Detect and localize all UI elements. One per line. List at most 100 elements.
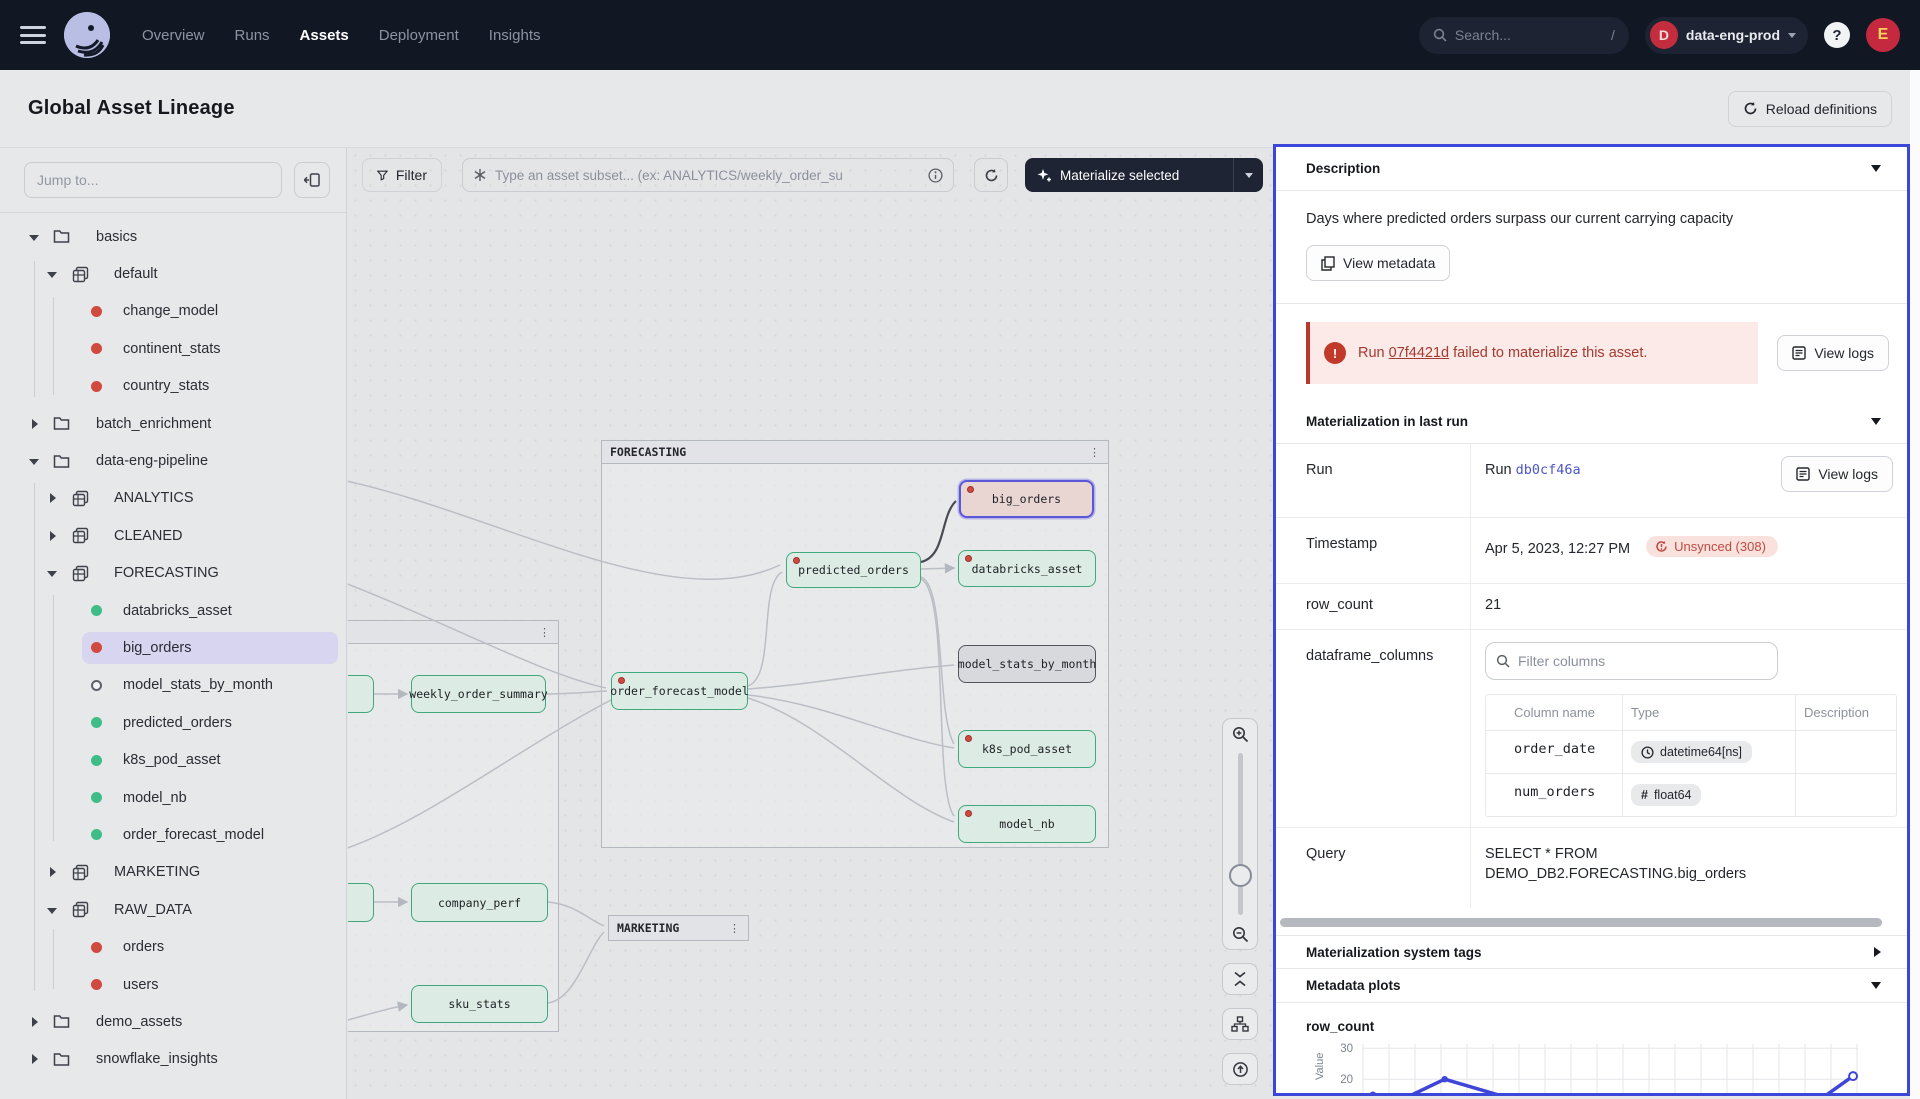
asset-group-header[interactable]: MARKETING ⋮: [609, 916, 748, 940]
expand-section-icon[interactable]: [1874, 947, 1881, 957]
zoom-slider[interactable]: [1238, 753, 1243, 915]
graph-node-stub[interactable]: [348, 883, 374, 922]
sidebar-item-predicted-orders[interactable]: predicted_orders: [0, 704, 346, 741]
graph-node-sku-stats[interactable]: sku_stats: [411, 985, 548, 1023]
changed-status-dot: [793, 557, 800, 564]
jump-to-input[interactable]: [24, 162, 282, 198]
sidebar-item-default[interactable]: default: [0, 255, 346, 292]
graph-node-order-forecast-model[interactable]: order_forecast_model: [611, 672, 748, 710]
sidebar-item-k8s-pod-asset[interactable]: k8s_pod_asset: [0, 741, 346, 778]
graph-node-predicted-orders[interactable]: predicted_orders: [786, 552, 921, 588]
graph-node-company-perf[interactable]: company_perf: [411, 883, 548, 922]
graph-node-big-orders[interactable]: big_orders: [959, 480, 1094, 518]
dagster-logo[interactable]: [64, 12, 110, 58]
sidebar-item-demo-assets[interactable]: demo_assets: [0, 1003, 346, 1040]
section-metadata-plots[interactable]: Metadata plots: [1276, 969, 1907, 1003]
caret-down-icon[interactable]: [47, 905, 57, 915]
caret-right-icon[interactable]: [47, 493, 57, 503]
caret-down-icon[interactable]: [29, 232, 39, 242]
graph-node-k8s-pod-asset[interactable]: k8s_pod_asset: [958, 730, 1096, 768]
sidebar-item-forecasting[interactable]: FORECASTING: [0, 555, 346, 592]
lineage-canvas[interactable]: Filter: [348, 148, 1273, 1099]
caret-right-icon[interactable]: [47, 531, 57, 541]
user-avatar[interactable]: E: [1866, 18, 1900, 52]
view-logs-button[interactable]: View logs: [1777, 335, 1889, 371]
recenter-view-button[interactable]: [1222, 1053, 1258, 1085]
group-expand-icon[interactable]: ⋮: [729, 922, 740, 935]
sidebar-item-model-stats-by-month[interactable]: model_stats_by_month: [0, 667, 346, 704]
caret-down-icon[interactable]: [47, 568, 57, 578]
view-metadata-button[interactable]: View metadata: [1306, 245, 1450, 281]
filter-button[interactable]: Filter: [362, 158, 442, 192]
sidebar-item-users[interactable]: users: [0, 966, 346, 1003]
zoom-slider-handle[interactable]: [1229, 864, 1252, 887]
view-logs-button[interactable]: View logs: [1781, 456, 1893, 492]
refresh-graph-button[interactable]: [974, 158, 1008, 192]
group-menu-icon[interactable]: ⋮: [539, 626, 550, 639]
sidebar-item-databricks-asset[interactable]: databricks_asset: [0, 592, 346, 629]
sidebar-item-change-model[interactable]: change_model: [0, 293, 346, 330]
sidebar-item-model-nb[interactable]: model_nb: [0, 779, 346, 816]
sidebar-item-snowflake-insights[interactable]: snowflake_insights: [0, 1041, 346, 1078]
sidebar-item-country-stats[interactable]: country_stats: [0, 368, 346, 405]
nav-insights[interactable]: Insights: [489, 27, 541, 44]
zoom-out-button[interactable]: [1222, 919, 1258, 949]
sidebar-item-batch-enrichment[interactable]: batch_enrichment: [0, 405, 346, 442]
collapse-groups-button[interactable]: [1222, 963, 1258, 995]
failed-run-link[interactable]: 07f4421d: [1389, 345, 1449, 361]
caret-right-icon[interactable]: [29, 1054, 39, 1064]
sidebar-item-analytics[interactable]: ANALYTICS: [0, 480, 346, 517]
run-id-link[interactable]: db0cf46a: [1516, 462, 1581, 478]
caret-down-icon[interactable]: [29, 456, 39, 466]
section-system-tags[interactable]: Materialization system tags: [1276, 935, 1907, 969]
asset-subset-input[interactable]: [495, 168, 920, 183]
sidebar-item-cleaned[interactable]: CLEANED: [0, 517, 346, 554]
sidebar-item-order-forecast-model[interactable]: order_forecast_model: [0, 816, 346, 853]
filter-columns-input[interactable]: [1518, 653, 1767, 669]
asset-group-header[interactable]: ⋮: [348, 621, 558, 644]
zoom-in-button[interactable]: [1222, 719, 1258, 749]
sidebar-item-continent-stats[interactable]: continent_stats: [0, 330, 346, 367]
nav-deployment[interactable]: Deployment: [379, 27, 459, 44]
horizontal-scrollbar[interactable]: [1280, 918, 1882, 927]
sidebar-item-data-eng-pipeline[interactable]: data-eng-pipeline: [0, 442, 346, 479]
type-badge: # float64: [1631, 784, 1701, 806]
nav-overview[interactable]: Overview: [142, 27, 205, 44]
timestamp-value: Apr 5, 2023, 12:27 PM: [1485, 541, 1630, 557]
sidebar-item-big-orders[interactable]: big_orders: [0, 629, 346, 666]
reload-definitions-button[interactable]: Reload definitions: [1728, 91, 1892, 127]
workspace-switcher[interactable]: D data-eng-prod: [1645, 17, 1808, 54]
sidebar-item-marketing[interactable]: MARKETING: [0, 854, 346, 891]
caret-right-icon[interactable]: [47, 867, 57, 877]
nav-assets[interactable]: Assets: [300, 27, 349, 44]
caret-right-icon[interactable]: [29, 419, 39, 429]
group-menu-icon[interactable]: ⋮: [1089, 446, 1100, 459]
layout-graph-button[interactable]: [1222, 1008, 1258, 1040]
info-icon[interactable]: [928, 168, 943, 183]
graph-node-model-stats-by-month[interactable]: model_stats_by_month: [958, 645, 1096, 683]
section-description[interactable]: Description: [1276, 147, 1907, 191]
sidebar-item-raw-data[interactable]: RAW_DATA: [0, 891, 346, 928]
section-materialization[interactable]: Materialization in last run: [1276, 400, 1907, 444]
caret-down-icon[interactable]: [47, 269, 57, 279]
collapse-sidebar-button[interactable]: [294, 162, 330, 198]
materialize-options-button[interactable]: [1233, 158, 1263, 192]
materialize-selected-button[interactable]: Materialize selected: [1025, 158, 1263, 192]
sidebar-item-basics[interactable]: basics: [0, 218, 346, 255]
sidebar-item-orders[interactable]: orders: [0, 928, 346, 965]
row-label: dataframe_columns: [1276, 630, 1471, 827]
collapse-section-icon[interactable]: [1871, 418, 1881, 425]
graph-node-weekly-order-summary[interactable]: weekly_order_summary: [411, 675, 546, 713]
collapse-section-icon[interactable]: [1871, 982, 1881, 989]
global-search-input[interactable]: Search... /: [1419, 17, 1629, 54]
collapse-section-icon[interactable]: [1871, 165, 1881, 172]
hamburger-menu-icon[interactable]: [20, 26, 46, 44]
asset-group-header[interactable]: FORECASTING ⋮: [602, 441, 1108, 464]
graph-node-stub[interactable]: [348, 675, 374, 713]
graph-node-databricks-asset[interactable]: databricks_asset: [958, 550, 1096, 587]
unsynced-badge[interactable]: Unsynced (308): [1646, 536, 1778, 557]
help-button[interactable]: ?: [1824, 22, 1850, 48]
caret-right-icon[interactable]: [29, 1017, 39, 1027]
graph-node-model-nb[interactable]: model_nb: [958, 805, 1096, 843]
nav-runs[interactable]: Runs: [235, 27, 270, 44]
